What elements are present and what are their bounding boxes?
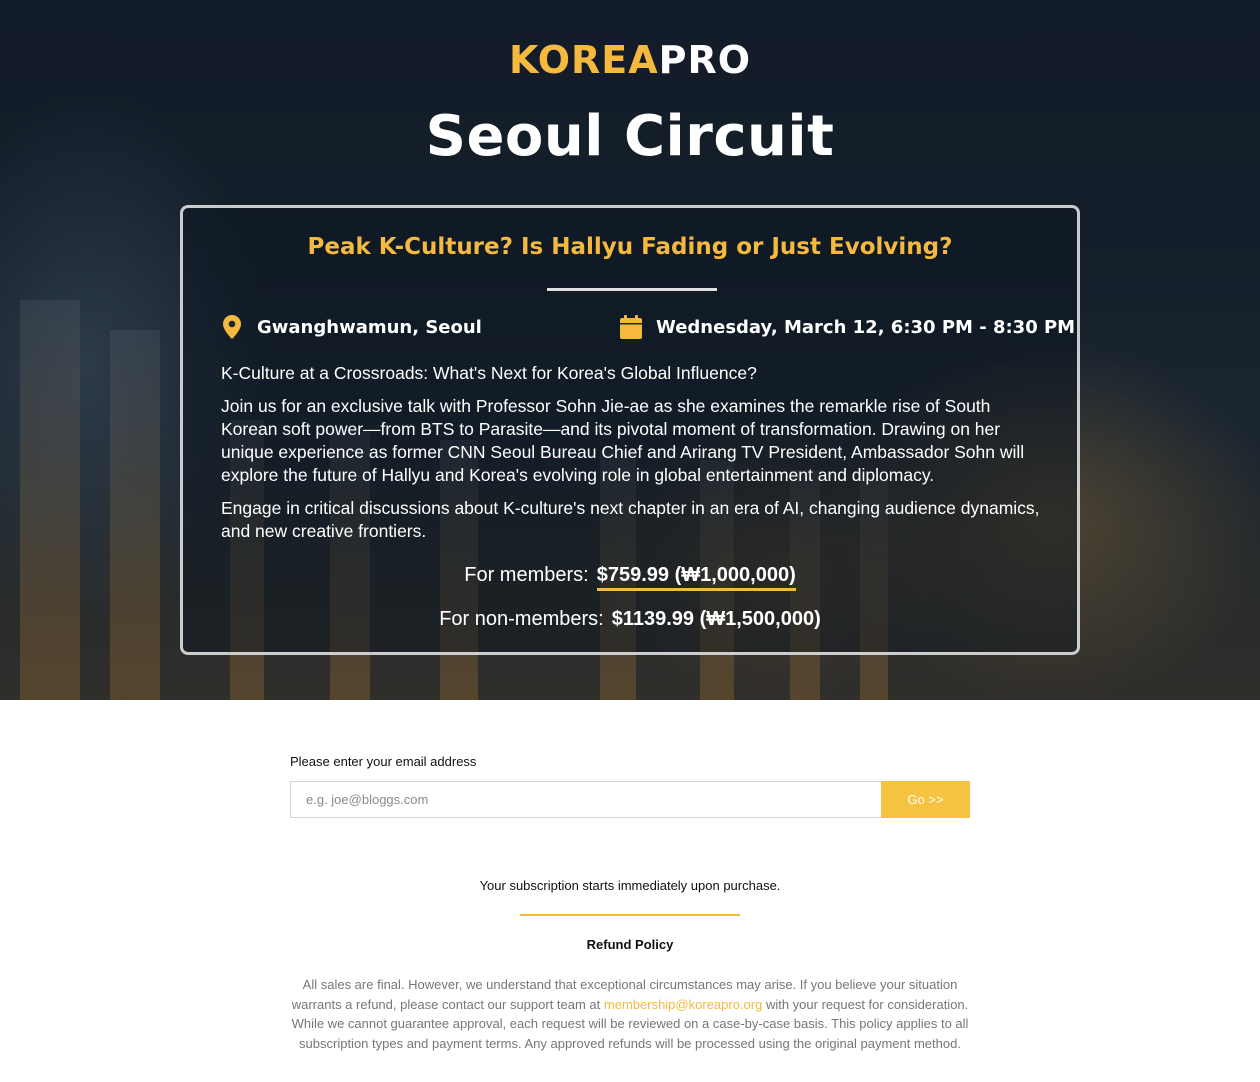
refund-policy-heading: Refund Policy	[586, 937, 674, 952]
email-label: Please enter your email address	[290, 754, 477, 769]
logo-korea-text: KOREA	[508, 38, 659, 82]
map-pin-icon	[221, 314, 243, 340]
email-input[interactable]	[290, 781, 881, 818]
go-button[interactable]: Go >>	[881, 781, 970, 818]
refund-policy-text: All sales are final. However, we underst…	[290, 975, 970, 1053]
title-divider	[547, 288, 717, 291]
nonmember-price-label: For non-members:	[439, 608, 604, 630]
member-price-label: For members:	[464, 564, 589, 586]
section-divider	[520, 914, 740, 916]
subscription-note: Your subscription starts immediately upo…	[479, 878, 781, 893]
event-datetime-text: Wednesday, March 12, 6:30 PM - 8:30 PM	[656, 316, 1076, 338]
support-email-link[interactable]: membership@koreapro.org	[604, 997, 762, 1012]
logo-pro-text: PRO	[658, 38, 752, 82]
page-title: Seoul Circuit	[425, 104, 835, 169]
calendar-icon	[620, 314, 642, 340]
event-datetime: Wednesday, March 12, 6:30 PM - 8:30 PM	[620, 312, 1075, 342]
member-price: For members: $759.99 (₩1,000,000)	[183, 564, 1077, 591]
nonmember-price-value: $1139.99 (₩1,500,000)	[611, 608, 821, 630]
event-location: Gwanghwamun, Seoul	[221, 312, 482, 342]
event-description-2: Engage in critical discussions about K-c…	[221, 498, 1040, 541]
hero-banner: KOREAPRO Seoul Circuit Peak K-Culture? I…	[0, 0, 1260, 700]
nonmember-price: For non-members: $1139.99 (₩1,500,000)	[183, 608, 1077, 631]
member-price-value: $759.99 (₩1,000,000)	[596, 564, 796, 591]
koreapro-logo[interactable]: KOREAPRO	[0, 38, 1260, 82]
event-description-1: Join us for an exclusive talk with Profe…	[221, 396, 1025, 485]
event-card: Peak K-Culture? Is Hallyu Fading or Just…	[180, 205, 1080, 655]
event-location-text: Gwanghwamun, Seoul	[257, 316, 482, 338]
event-title: Peak K-Culture? Is Hallyu Fading or Just…	[307, 234, 953, 260]
event-subtitle: K-Culture at a Crossroads: What's Next f…	[221, 363, 757, 383]
email-form: Go >>	[290, 781, 970, 818]
